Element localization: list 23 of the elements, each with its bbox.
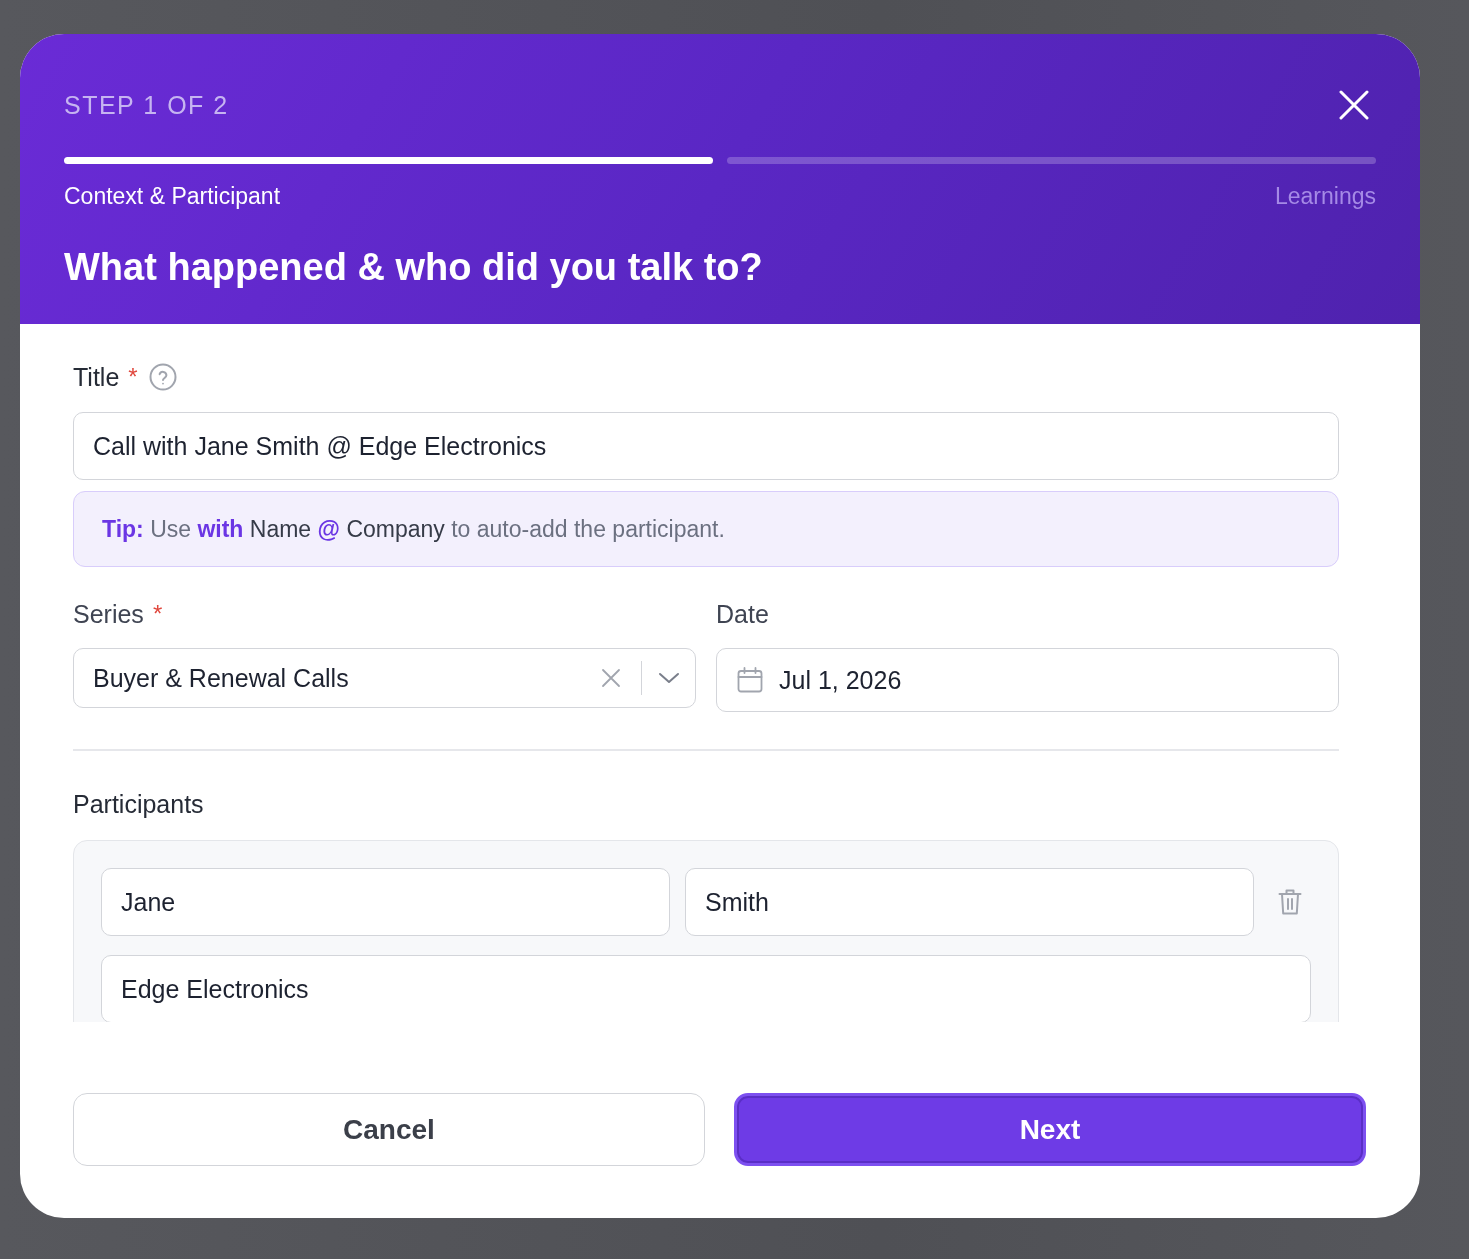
series-label: Series xyxy=(73,599,144,629)
dialog-heading: What happened & who did you talk to? xyxy=(64,245,764,290)
clear-icon[interactable] xyxy=(600,668,621,688)
step-counter: STEP 1 OF 2 xyxy=(64,90,229,120)
series-select[interactable]: Buyer & Renewal Calls xyxy=(73,648,696,708)
required-marker: * xyxy=(152,600,163,628)
next-button[interactable]: Next xyxy=(734,1093,1366,1166)
trash-icon[interactable] xyxy=(1278,888,1302,916)
title-input[interactable]: Call with Jane Smith @ Edge Electronics xyxy=(73,412,1339,480)
date-label: Date xyxy=(716,599,769,629)
required-marker: * xyxy=(128,363,138,391)
title-label: Title xyxy=(73,362,120,392)
first-name-input[interactable]: Jane xyxy=(101,868,670,936)
last-name-input[interactable]: Smith xyxy=(685,868,1254,936)
step-label: Learnings xyxy=(1274,182,1376,210)
company-input[interactable]: Edge Electronics xyxy=(101,955,1311,1022)
cancel-button[interactable]: Cancel xyxy=(73,1093,705,1166)
help-icon[interactable] xyxy=(148,363,177,391)
participants-label: Participants xyxy=(73,789,204,819)
step-label: Context & Participant xyxy=(64,182,281,210)
tip-text: Tip: Use with Name @ Company to auto-add the participant. xyxy=(102,515,725,543)
date-field[interactable]: Jul 1, 2026 xyxy=(716,648,1339,712)
calendar-icon xyxy=(737,667,763,693)
